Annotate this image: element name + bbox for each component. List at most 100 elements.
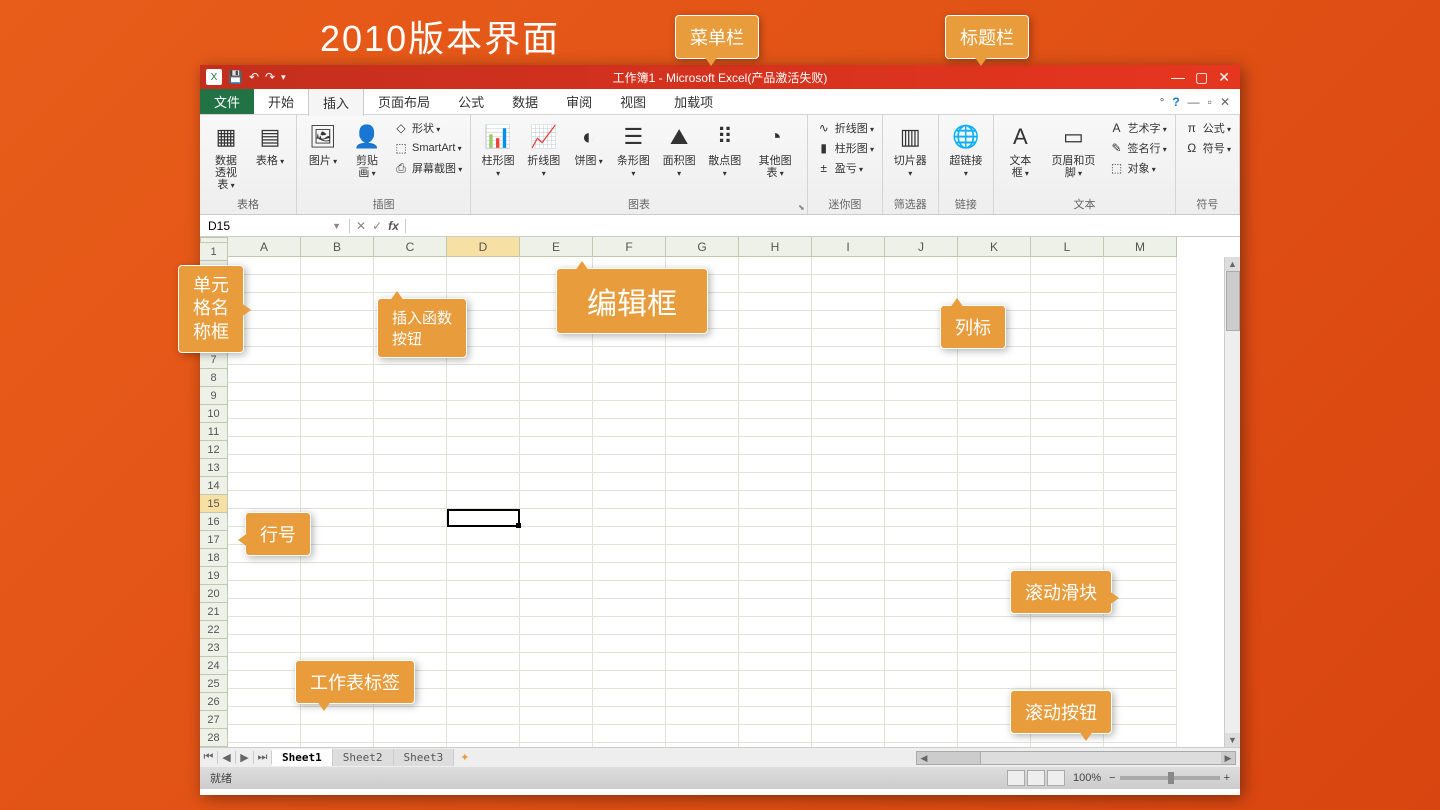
ribbon-btn-盈亏[interactable]: ±盈亏 ▾ xyxy=(814,159,876,177)
cell[interactable] xyxy=(666,509,739,527)
cell[interactable] xyxy=(812,707,885,725)
cell[interactable] xyxy=(739,563,812,581)
undo-icon[interactable]: ↶ xyxy=(249,70,259,84)
cell[interactable] xyxy=(228,581,301,599)
cell[interactable] xyxy=(374,455,447,473)
ribbon-btn-屏幕截图[interactable]: ⎙屏幕截图 ▾ xyxy=(391,159,464,177)
ribbon-btn-图片[interactable]: 🖼图片 ▾ xyxy=(303,119,343,169)
cell[interactable] xyxy=(520,671,593,689)
cell[interactable] xyxy=(374,437,447,455)
inner-min-icon[interactable]: — xyxy=(1188,95,1200,109)
cell[interactable] xyxy=(958,365,1031,383)
cell[interactable] xyxy=(958,527,1031,545)
cell[interactable] xyxy=(228,401,301,419)
cell[interactable] xyxy=(958,437,1031,455)
cell[interactable] xyxy=(374,491,447,509)
tab-公式[interactable]: 公式 xyxy=(444,88,498,115)
ribbon-btn-对象[interactable]: ⬚对象 ▾ xyxy=(1107,159,1169,177)
cell[interactable] xyxy=(812,725,885,743)
cell[interactable] xyxy=(374,725,447,743)
cell[interactable] xyxy=(1104,383,1177,401)
zoom-in-icon[interactable]: + xyxy=(1224,772,1230,784)
cell[interactable] xyxy=(1104,275,1177,293)
cell[interactable] xyxy=(739,455,812,473)
cell[interactable] xyxy=(374,419,447,437)
cell[interactable] xyxy=(1031,383,1104,401)
cell[interactable] xyxy=(593,455,666,473)
cell[interactable] xyxy=(958,509,1031,527)
cell[interactable] xyxy=(812,491,885,509)
cell[interactable] xyxy=(812,617,885,635)
col-header-K[interactable]: K xyxy=(958,237,1031,257)
cell[interactable] xyxy=(301,527,374,545)
cell[interactable] xyxy=(520,491,593,509)
cell[interactable] xyxy=(447,473,520,491)
cell[interactable] xyxy=(739,491,812,509)
cell[interactable] xyxy=(1031,401,1104,419)
cell[interactable] xyxy=(958,743,1031,747)
cell[interactable] xyxy=(958,617,1031,635)
cell[interactable] xyxy=(885,635,958,653)
cell[interactable] xyxy=(739,527,812,545)
cell[interactable] xyxy=(520,563,593,581)
cell[interactable] xyxy=(1104,293,1177,311)
cell[interactable] xyxy=(520,689,593,707)
cell[interactable] xyxy=(1031,329,1104,347)
cell[interactable] xyxy=(739,419,812,437)
sheet-tab-Sheet1[interactable]: Sheet1 xyxy=(272,749,333,766)
cell[interactable] xyxy=(666,581,739,599)
cell[interactable] xyxy=(1104,527,1177,545)
cell[interactable] xyxy=(374,599,447,617)
cell[interactable] xyxy=(1031,545,1104,563)
cell[interactable] xyxy=(593,707,666,725)
cell[interactable] xyxy=(739,707,812,725)
cell[interactable] xyxy=(301,383,374,401)
cell[interactable] xyxy=(885,527,958,545)
cell[interactable] xyxy=(520,617,593,635)
cell[interactable] xyxy=(739,437,812,455)
cell[interactable] xyxy=(812,653,885,671)
cell[interactable] xyxy=(447,743,520,747)
cell[interactable] xyxy=(447,725,520,743)
cell[interactable] xyxy=(1104,743,1177,747)
inner-close-icon[interactable]: ✕ xyxy=(1220,95,1230,109)
cell[interactable] xyxy=(958,671,1031,689)
ribbon-btn-表格[interactable]: ▤表格 ▾ xyxy=(250,119,290,169)
cell[interactable] xyxy=(666,599,739,617)
cell[interactable] xyxy=(228,455,301,473)
cell[interactable] xyxy=(1104,725,1177,743)
cell[interactable] xyxy=(666,401,739,419)
cell[interactable] xyxy=(1031,455,1104,473)
cell[interactable] xyxy=(301,743,374,747)
cell[interactable] xyxy=(301,275,374,293)
cell[interactable] xyxy=(593,545,666,563)
cell[interactable] xyxy=(1104,563,1177,581)
cell[interactable] xyxy=(447,635,520,653)
cell[interactable] xyxy=(447,599,520,617)
col-header-B[interactable]: B xyxy=(301,237,374,257)
active-cell[interactable] xyxy=(447,509,520,527)
save-icon[interactable]: 💾 xyxy=(228,70,243,84)
cell[interactable] xyxy=(228,599,301,617)
cell[interactable] xyxy=(739,617,812,635)
ribbon-btn-形状[interactable]: ◇形状 ▾ xyxy=(391,119,464,137)
cell[interactable] xyxy=(666,455,739,473)
cell[interactable] xyxy=(593,509,666,527)
cell[interactable] xyxy=(374,545,447,563)
cell[interactable] xyxy=(520,599,593,617)
cell[interactable] xyxy=(812,635,885,653)
cell[interactable] xyxy=(301,401,374,419)
redo-icon[interactable]: ↷ xyxy=(265,70,275,84)
cell[interactable] xyxy=(447,455,520,473)
cell[interactable] xyxy=(593,689,666,707)
hscroll-thumb[interactable] xyxy=(931,752,981,764)
cell[interactable] xyxy=(228,365,301,383)
row-header-16[interactable]: 16 xyxy=(200,513,228,531)
col-header-F[interactable]: F xyxy=(593,237,666,257)
cell[interactable] xyxy=(958,455,1031,473)
cell[interactable] xyxy=(666,437,739,455)
cell[interactable] xyxy=(593,635,666,653)
cell[interactable] xyxy=(739,275,812,293)
ribbon-btn-签名行[interactable]: ✎签名行 ▾ xyxy=(1107,139,1169,157)
cell[interactable] xyxy=(739,671,812,689)
